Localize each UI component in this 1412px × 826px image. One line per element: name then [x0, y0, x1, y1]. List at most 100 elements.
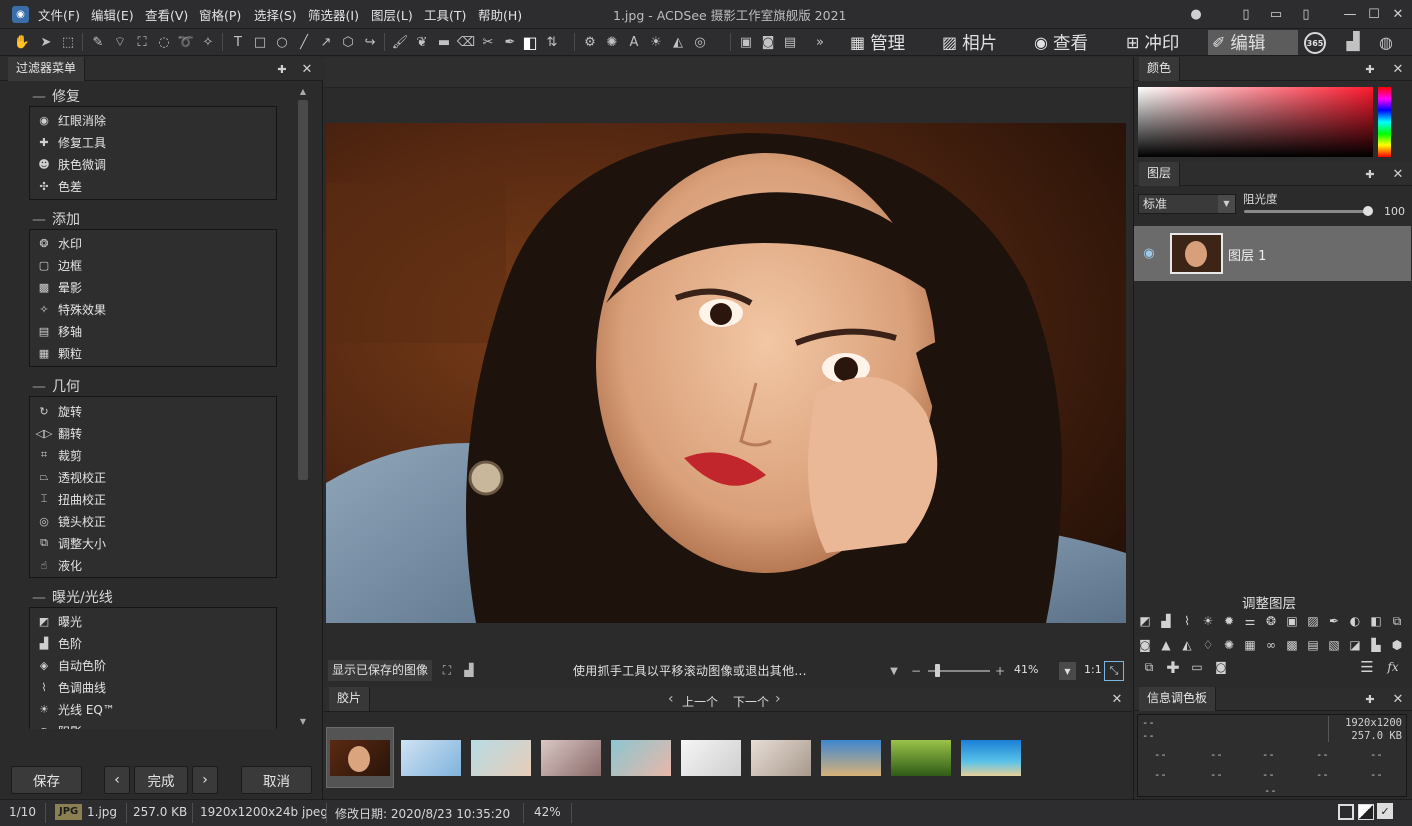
- color-eq-icon[interactable]: ⚌: [1241, 612, 1259, 630]
- line-tool-icon[interactable]: ╱: [294, 32, 314, 52]
- magic-wand-icon[interactable]: ✧: [198, 32, 218, 52]
- add-layer-icon[interactable]: ✚: [1164, 658, 1182, 677]
- camera-icon[interactable]: ◙: [1136, 636, 1154, 654]
- toggle-icon[interactable]: ◐: [1346, 612, 1364, 630]
- show-saved-button[interactable]: 显示已保存的图像: [328, 660, 433, 681]
- tone-icon[interactable]: ▨: [1304, 612, 1322, 630]
- ellipse-select-icon[interactable]: ◌: [154, 32, 174, 52]
- more-tools-icon[interactable]: »: [810, 32, 830, 52]
- filter-item-flip[interactable]: ◁▷ 翻转: [36, 423, 82, 443]
- layer-row[interactable]: ◉ 图层 1: [1134, 226, 1411, 281]
- lasso-icon[interactable]: ➰: [176, 32, 196, 52]
- gradient-icon[interactable]: ▤: [1304, 636, 1322, 654]
- blend-mode-select[interactable]: 标准 ▼: [1138, 194, 1236, 214]
- eye-scan-icon[interactable]: ◍: [1376, 32, 1396, 52]
- filter-item-redeye[interactable]: ◉ 红眼消除: [37, 110, 106, 130]
- color-wheel-icon[interactable]: ❂: [1262, 612, 1280, 630]
- thumbnail[interactable]: [818, 727, 884, 788]
- zoom-dropdown-icon[interactable]: ▼: [1059, 662, 1076, 680]
- swap-colors-icon[interactable]: ⇅: [542, 32, 562, 52]
- filter-item-crop[interactable]: ⌗ 裁剪: [37, 445, 82, 465]
- drop-icon[interactable]: ♢: [1199, 636, 1217, 654]
- mask-layer-icon[interactable]: ◙: [1212, 658, 1230, 676]
- filter-item-vignette[interactable]: ▩ 晕影: [37, 277, 82, 297]
- view-compare-icon[interactable]: [1358, 804, 1374, 820]
- cube-icon[interactable]: ⬢: [1388, 636, 1406, 654]
- visibility-eye-icon[interactable]: ◉: [1140, 244, 1158, 262]
- transform-tool-icon[interactable]: ⬚: [58, 32, 78, 52]
- filter-item-tiltshift[interactable]: ▤ 移轴: [37, 321, 82, 341]
- filter-item-lighteq[interactable]: ☀ 光线 EQ™: [37, 699, 115, 719]
- scroll-down-icon[interactable]: ▼: [297, 716, 309, 726]
- filter-item-lens[interactable]: ◎ 镜头校正: [37, 511, 106, 531]
- cancel-button[interactable]: 取消: [241, 766, 312, 794]
- photo-filter-icon[interactable]: ▣: [1283, 612, 1301, 630]
- filter-item-chromatic[interactable]: ✣ 色差: [37, 176, 82, 196]
- group-title-geometry[interactable]: — 几何: [32, 376, 80, 396]
- mode-manage[interactable]: ▦ 管理: [846, 30, 909, 55]
- minimize-button[interactable]: —: [1340, 4, 1360, 24]
- next-link[interactable]: 下一个: [733, 693, 769, 710]
- layers-tab[interactable]: 图层: [1139, 162, 1181, 186]
- mode-develop[interactable]: ⊞ 冲印: [1122, 30, 1183, 55]
- view-original-icon[interactable]: [1338, 804, 1354, 820]
- menu-icon[interactable]: ☰: [1358, 658, 1376, 676]
- levels-icon[interactable]: ▟: [1157, 612, 1175, 630]
- dropper-icon[interactable]: ✒: [1325, 612, 1343, 630]
- thumbnail[interactable]: [468, 727, 534, 788]
- dashboard-icon[interactable]: ▟: [1343, 32, 1363, 52]
- zoom-menu-icon[interactable]: ▼: [886, 663, 902, 679]
- menu-file[interactable]: 文件(F): [38, 5, 80, 24]
- close-icon[interactable]: ✕: [1390, 61, 1406, 77]
- thumbnail[interactable]: [608, 727, 674, 788]
- pin-icon[interactable]: ✚: [1362, 61, 1378, 77]
- scroll-up-icon[interactable]: ▲: [297, 86, 309, 96]
- opacity-slider[interactable]: [1244, 210, 1368, 213]
- close-icon[interactable]: ✕: [1390, 166, 1406, 182]
- thumbnail[interactable]: [326, 727, 394, 788]
- filter-item-liquify[interactable]: ☝ 液化: [37, 555, 82, 575]
- close-icon[interactable]: ✕: [1109, 691, 1125, 707]
- glasses-icon[interactable]: ∞: [1262, 636, 1280, 654]
- actual-size-button[interactable]: 1:1: [1084, 663, 1102, 676]
- filmstrip-tab[interactable]: 胶片: [329, 687, 371, 711]
- text-tool-icon[interactable]: T: [228, 32, 248, 52]
- curve-tool-icon[interactable]: ↪: [360, 32, 380, 52]
- pin-icon[interactable]: ✚: [274, 61, 290, 77]
- mask-image-icon[interactable]: ▤: [780, 32, 800, 52]
- eyedropper-icon[interactable]: ✒: [500, 32, 520, 52]
- filter-item-distortion[interactable]: ⌶ 扭曲校正: [37, 489, 106, 509]
- filter-item-perspective[interactable]: ⏢ 透视校正: [37, 467, 106, 487]
- portrait-photo[interactable]: [326, 123, 1126, 623]
- layout-bottom-icon[interactable]: ▭: [1266, 4, 1286, 24]
- chart-icon[interactable]: ▙: [1367, 636, 1385, 654]
- fit-window-icon[interactable]: ⤡: [1104, 661, 1124, 681]
- filter-item-levels[interactable]: ▟ 色阶: [37, 633, 82, 653]
- prev-icon[interactable]: ‹: [668, 691, 674, 707]
- layout-left-icon[interactable]: ▯: [1236, 4, 1256, 24]
- brush-select-icon[interactable]: ✎: [88, 32, 108, 52]
- next-button[interactable]: ›: [192, 766, 218, 794]
- filter-item-shadow[interactable]: ◐阴影: [37, 721, 82, 730]
- app-icon[interactable]: ◉: [12, 6, 29, 23]
- prev-link[interactable]: 上一个: [682, 693, 718, 710]
- filter-item-grain[interactable]: ▦ 颗粒: [37, 343, 82, 363]
- mode-photos[interactable]: ▨ 相片: [938, 30, 1001, 55]
- opacity-slider-knob[interactable]: [1363, 206, 1373, 216]
- heal-icon[interactable]: ⚙: [580, 32, 600, 52]
- thumbnail[interactable]: [538, 727, 604, 788]
- checkmark-icon[interactable]: ✓: [1377, 803, 1393, 819]
- maximize-button[interactable]: ☐: [1364, 4, 1384, 24]
- filter-item-border[interactable]: ▢ 边框: [37, 255, 82, 275]
- gradient-icon[interactable]: ▬: [434, 32, 454, 52]
- close-icon[interactable]: ✕: [299, 61, 315, 77]
- thumbnail[interactable]: [958, 727, 1024, 788]
- next-icon[interactable]: ›: [775, 691, 781, 707]
- white-balance-icon[interactable]: ✹: [1220, 612, 1238, 630]
- eraser-icon[interactable]: ⌫: [456, 32, 476, 52]
- light-eq-icon[interactable]: ☀: [1199, 612, 1217, 630]
- crop-icon[interactable]: ⧉: [1388, 612, 1406, 630]
- duplicate-layer-icon[interactable]: ▭: [1188, 658, 1206, 676]
- histogram-icon[interactable]: ▟: [460, 661, 478, 679]
- color-field[interactable]: [1138, 87, 1373, 157]
